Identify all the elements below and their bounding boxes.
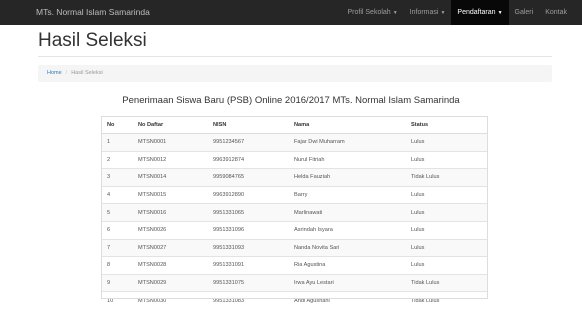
cell-nisn: 9951331091 — [207, 256, 288, 275]
column-header-no: No — [101, 116, 132, 134]
breadcrumb-separator: / — [65, 70, 68, 76]
top-navbar: MTs. Normal Islam Samarinda Profil Sekol… — [0, 0, 582, 25]
cell-status: Tidak Lulus — [405, 168, 488, 187]
cell-nama: Andi Agusriani — [288, 291, 405, 309]
column-header-nama: Nama — [288, 116, 405, 134]
page-title: Hasil Seleksi — [38, 30, 147, 51]
nav-item-galeri[interactable]: Galeri — [509, 0, 540, 25]
table-row: 8 MTSN0028 9951331091 Ria Agustina Lulus — [101, 256, 488, 275]
nav-item-pendaftaran[interactable]: Pendaftaran ▼ — [451, 0, 509, 25]
cell-status: Lulus — [405, 203, 488, 222]
breadcrumb: Home / Hasil Seleksi — [38, 65, 552, 82]
column-header-nisn: NISN — [207, 116, 288, 134]
cell-status: Lulus — [405, 133, 488, 152]
table-row: 4 MTSN0015 9963912890 Barry Lulus — [101, 185, 488, 204]
cell-nisn: 9951331065 — [207, 203, 288, 222]
nav-item-label: Pendaftaran — [457, 9, 496, 16]
table-row: 5 MTSN0016 9951331065 Marlinawati Lulus — [101, 203, 488, 222]
cell-status: Lulus — [405, 185, 488, 204]
cell-no-daftar: MTSN0026 — [132, 220, 207, 240]
cell-nama: Asrindah Isyara — [288, 220, 405, 240]
cell-nama: Irwa Ayu Lestari — [288, 273, 405, 292]
cell-no-daftar: MTSN0029 — [132, 273, 207, 292]
cell-no: 9 — [101, 273, 132, 292]
cell-nisn: 9959084765 — [207, 168, 288, 187]
cell-status: Lulus — [405, 238, 488, 257]
table-row: 1 MTSN0001 9951234567 Fajar Dwi Muharram… — [101, 133, 488, 152]
cell-no: 4 — [101, 185, 132, 204]
cell-status: Lulus — [405, 150, 488, 169]
column-header-no-daftar: No Daftar — [132, 116, 207, 134]
cell-no: 8 — [101, 256, 132, 275]
cell-no: 6 — [101, 220, 132, 240]
results-table: No No Daftar NISN Nama Status 1 MTSN0001… — [101, 116, 488, 309]
cell-no: 5 — [101, 203, 132, 222]
main-nav: Profil Sekolah ▼ Informasi ▼ Pendaftaran ▼ … — [342, 0, 574, 25]
cell-no-daftar: MTSN0012 — [132, 150, 207, 169]
cell-nisn: 9951234567 — [207, 133, 288, 152]
table-row: 10 MTSN0030 9951331083 Andi Agusriani Ti… — [101, 291, 488, 309]
table-header-row: No No Daftar NISN Nama Status — [101, 116, 488, 134]
cell-status: Lulus — [405, 256, 488, 275]
site-brand[interactable]: MTs. Normal Islam Samarinda — [36, 0, 150, 25]
cell-no: 2 — [101, 150, 132, 169]
cell-no-daftar: MTSN0001 — [132, 133, 207, 152]
cell-nisn: 9951331096 — [207, 220, 288, 240]
cell-nisn: 9963912874 — [207, 150, 288, 169]
cell-nama: Fajar Dwi Muharram — [288, 133, 405, 152]
breadcrumb-current: Hasil Seleksi — [71, 70, 103, 76]
table-row: 6 MTSN0026 9951331096 Asrindah Isyara Lu… — [101, 220, 488, 240]
table-row: 3 MTSN0014 9959084765 Helda Fauziah Tida… — [101, 168, 488, 187]
nav-item-kontak[interactable]: Kontak — [539, 0, 573, 25]
cell-nama: Barry — [288, 185, 405, 204]
cell-nama: Marlinawati — [288, 203, 405, 222]
cell-no-daftar: MTSN0027 — [132, 238, 207, 257]
table-row: 9 MTSN0029 9951331075 Irwa Ayu Lestari T… — [101, 273, 488, 292]
caret-down-icon: ▼ — [392, 10, 398, 16]
nav-item-label: Profil Sekolah — [347, 9, 391, 16]
nav-item-profil-sekolah[interactable]: Profil Sekolah ▼ — [342, 0, 404, 25]
cell-nisn: 9951331083 — [207, 291, 288, 309]
breadcrumb-home-link[interactable]: Home — [47, 70, 62, 76]
cell-nama: Helda Fauziah — [288, 168, 405, 187]
cell-no: 10 — [101, 291, 132, 309]
cell-status: Tidak Lulus — [405, 291, 488, 309]
cell-no-daftar: MTSN0028 — [132, 256, 207, 275]
cell-no-daftar: MTSN0015 — [132, 185, 207, 204]
cell-nama: Ria Agustina — [288, 256, 405, 275]
cell-nisn: 9951331093 — [207, 238, 288, 257]
cell-no-daftar: MTSN0016 — [132, 203, 207, 222]
cell-no: 3 — [101, 168, 132, 187]
cell-nama: Nanda Novita Sari — [288, 238, 405, 257]
caret-down-icon: ▼ — [497, 10, 503, 16]
cell-no-daftar: MTSN0014 — [132, 168, 207, 187]
nav-item-label: Galeri — [514, 9, 534, 16]
table-row: 2 MTSN0012 9963912874 Nurul Fitriah Lulu… — [101, 150, 488, 169]
cell-no-daftar: MTSN0030 — [132, 291, 207, 309]
cell-nisn: 9963912890 — [207, 185, 288, 204]
caret-down-icon: ▼ — [440, 10, 446, 16]
table-row: 7 MTSN0027 9951331093 Nanda Novita Sari … — [101, 238, 488, 257]
title-divider — [38, 56, 552, 57]
nav-item-label: Informasi — [409, 9, 439, 16]
cell-nisn: 9951331075 — [207, 273, 288, 292]
results-heading: Penerimaan Siswa Baru (PSB) Online 2016/… — [122, 95, 460, 106]
column-header-status: Status — [405, 116, 488, 134]
cell-nama: Nurul Fitriah — [288, 150, 405, 169]
nav-item-informasi[interactable]: Informasi ▼ — [404, 0, 452, 25]
cell-no: 7 — [101, 238, 132, 257]
cell-status: Tidak Lulus — [405, 273, 488, 292]
nav-item-label: Kontak — [545, 9, 567, 16]
cell-status: Lulus — [405, 220, 488, 240]
cell-no: 1 — [101, 133, 132, 152]
